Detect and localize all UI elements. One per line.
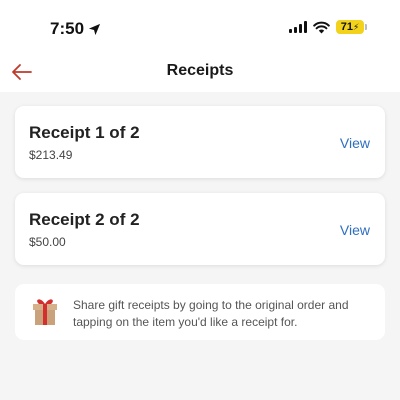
page-title: Receipts — [166, 62, 234, 79]
gift-icon — [33, 299, 57, 325]
nav-bar: Receipts — [0, 52, 400, 92]
receipt-title: Receipt 2 of 2 — [29, 210, 140, 229]
gift-info-text: Share gift receipts by going to the orig… — [73, 298, 349, 329]
status-bar: 7:50 71 ⚡ — [0, 0, 400, 52]
status-icons: 71 ⚡ — [289, 20, 367, 34]
location-arrow-icon — [88, 23, 101, 35]
receipt-title: Receipt 1 of 2 — [29, 123, 140, 142]
time-label: 7:50 — [50, 19, 85, 38]
receipt-amount: $213.49 — [29, 148, 73, 162]
cellular-signal-icon — [289, 21, 307, 33]
receipt-amount: $50.00 — [29, 235, 66, 249]
wifi-icon — [313, 21, 330, 33]
battery-icon: 71 ⚡ — [336, 20, 367, 34]
status-time: 7:50 — [50, 19, 101, 39]
gift-receipt-info: Share gift receipts by going to the orig… — [15, 284, 385, 340]
receipt-card: Receipt 1 of 2 $213.49 View — [15, 106, 385, 178]
view-receipt-link[interactable]: View — [340, 135, 370, 151]
view-receipt-link[interactable]: View — [340, 222, 370, 238]
receipt-card: Receipt 2 of 2 $50.00 View — [15, 193, 385, 265]
battery-level: 71 — [340, 21, 353, 33]
